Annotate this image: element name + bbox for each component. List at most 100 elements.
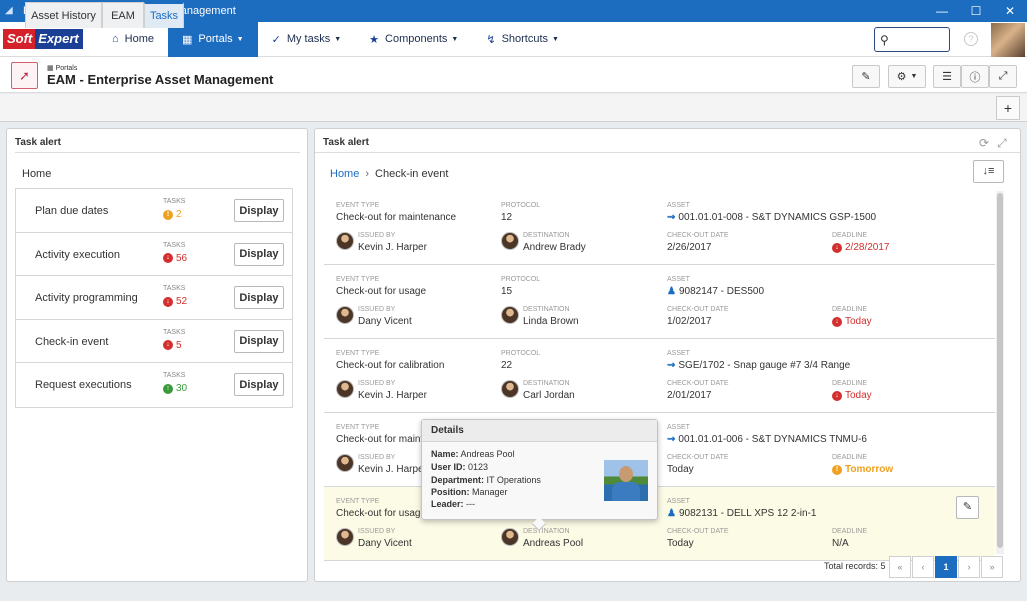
issued-by-label: ISSUED BY [358,454,396,461]
first-page-button[interactable]: « [889,556,911,578]
nav-home-label: Home [124,33,154,45]
logo-part-b: Expert [35,29,83,49]
tool-icon: ⇝ [667,434,676,445]
display-button[interactable]: Display [234,329,284,353]
task-count-value: 2 [176,209,182,220]
event-row[interactable]: EVENT TYPE Check-out for calibration PRO… [324,339,995,413]
asset-label: ASSET [667,276,690,283]
event-type-label: EVENT TYPE [336,276,380,283]
arrow-down-icon: ↓ [832,242,842,253]
minimize-icon[interactable]: — [925,0,959,22]
scrollbar[interactable] [996,191,1004,554]
deadline-label: DEADLINE [832,528,868,535]
search-box[interactable]: ⚲ [874,27,950,52]
person-asset-icon: ♟ [667,286,676,297]
chevron-down-icon: ▼ [552,35,559,43]
deadline-text: Today [845,390,872,401]
nav-shortcuts[interactable]: ↯ Shortcuts ▼ [472,22,573,57]
filter-icon: ☰ [942,71,952,83]
tab-tasks[interactable]: Tasks [144,2,184,28]
tooltip-userid-value: 0123 [468,462,489,472]
asset-label: ASSET [667,350,690,357]
pagination: Total records: 5 « ‹ 1 › » [315,553,1008,581]
issued-by-label: ISSUED BY [358,306,396,313]
asset-text: 001.01.01-008 - S&T DYNAMICS GSP-1500 [678,212,877,223]
task-count: ↓ 5 [163,340,182,351]
tasks-caption: TASKS [163,372,186,379]
task-count-value: 5 [176,339,182,351]
tab-eam[interactable]: EAM [102,2,144,28]
next-page-button[interactable]: › [958,556,980,578]
breadcrumb-separator-icon: › [365,168,370,180]
event-row[interactable]: EVENT TYPE Check-out for usage PROTOCOL … [324,265,995,339]
arrow-down-icon: ↓ [163,296,173,307]
tab-asset-history[interactable]: Asset History [25,2,102,28]
warning-icon: ! [832,464,842,475]
breadcrumb-home[interactable]: Home [330,168,359,180]
settings-button[interactable]: ⚙ ▼ [888,65,926,88]
avatar [336,454,354,472]
chevron-down-icon: ▼ [334,35,342,43]
arrow-down-icon: ↓ [163,340,173,350]
event-row[interactable]: EVENT TYPE Check-out for maintenance PRO… [324,191,995,265]
nav-shortcuts-label: Shortcuts [501,33,549,45]
tooltip-leader-label: Leader: [431,499,464,509]
help-icon[interactable]: ? [964,32,978,46]
deadline-text: Today [845,316,872,327]
eam-chart-icon: ➚ [11,62,38,89]
lightning-icon: ↯ [486,33,496,46]
nav-my-tasks[interactable]: ✓ My tasks ▼ [258,22,356,57]
refresh-icon[interactable]: ⟳ [979,136,989,151]
user-avatar[interactable] [991,23,1025,57]
display-button[interactable]: Display [234,242,284,266]
tooltip-position-label: Position: [431,487,470,497]
left-home-label[interactable]: Home [22,168,51,180]
avatar [336,528,354,546]
nav-my-tasks-label: My tasks [286,33,331,45]
task-name: Activity execution [35,248,120,261]
softexpert-logo[interactable]: Soft Expert [3,29,91,49]
task-count-value: 52 [176,296,188,307]
destination-value: Andrew Brady [523,242,586,253]
pencil-icon: ✎ [962,501,973,513]
info-button[interactable]: ⓘ [961,65,989,88]
display-button[interactable]: Display [234,373,284,396]
filter-button[interactable]: ☰ [933,65,961,88]
display-button[interactable]: Display [234,199,284,222]
maximize-panel-icon[interactable]: ⤢ [997,136,1007,151]
details-tooltip: Details Name: Andreas Pool User ID: 0123… [421,419,658,532]
tooltip-dept-value: IT Operations [486,475,541,485]
task-count-value: 56 [176,252,188,264]
right-panel-divider [315,152,1020,153]
nav-components[interactable]: ★ Components ▼ [355,22,472,57]
task-name: Plan due dates [35,205,109,217]
task-row-request-executions: Request executions TASKS ↑ 30 Display [16,363,292,407]
avatar[interactable] [501,528,519,546]
warning-icon: ! [163,209,173,220]
trophy-icon: ★ [369,33,380,46]
avatar [336,306,354,324]
last-page-button[interactable]: » [981,556,1003,578]
maximize-icon[interactable]: ☐ [959,0,993,22]
page-1-button[interactable]: 1 [935,556,957,578]
add-tab-button[interactable]: + [996,96,1020,120]
sort-button[interactable]: ↓≡ [973,160,1004,183]
tooltip-leader-value: --- [466,499,476,509]
destination-label: DESTINATION [523,528,570,535]
edit-event-button[interactable]: ✎ [956,496,979,519]
prev-page-button[interactable]: ‹ [912,556,934,578]
task-list: Plan due dates TASKS ! 2 Display Activity… [15,188,293,408]
window-controls: — ☐ ✕ [925,0,1027,22]
search-input[interactable] [892,33,943,46]
expand-button[interactable]: ⤢ [989,65,1017,88]
checkout-date-label: CHECK-OUT DATE [667,380,729,387]
task-count: ↓ 56 [163,253,187,264]
deadline-text: 2/28/2017 [845,242,890,253]
display-button[interactable]: Display [234,286,284,309]
edit-portal-button[interactable]: ✎ [852,65,880,88]
close-icon[interactable]: ✕ [993,0,1027,22]
portals-grid-icon: ▦ [182,33,193,46]
tasks-caption: TASKS [163,198,186,205]
task-count: ↓ 52 [163,296,187,307]
scrollbar-thumb[interactable] [997,193,1003,548]
